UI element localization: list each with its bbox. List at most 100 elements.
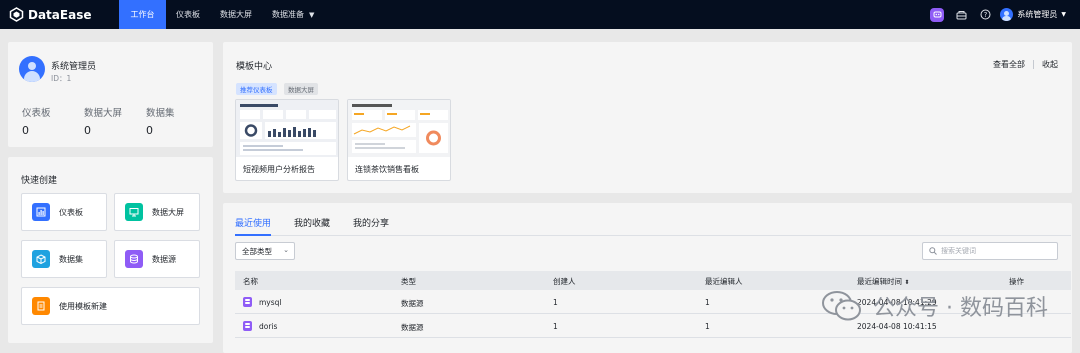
- tab-shared[interactable]: 我的分享: [353, 216, 389, 229]
- template-name: 短视频用户分析报告: [243, 165, 315, 174]
- download-center-icon[interactable]: [954, 8, 968, 22]
- type-filter-value: 全部类型: [242, 246, 272, 256]
- nav-tab-label: 工作台: [130, 10, 155, 19]
- column-header: 操作: [1009, 277, 1024, 286]
- datasource-icon: [125, 250, 143, 268]
- column-header-label: 最近编辑时间: [857, 277, 902, 286]
- button-label: 数据大屏: [152, 207, 184, 217]
- screen-icon: [125, 203, 143, 221]
- user-info-card: 系统管理员 ID：1 仪表板 0 数据大屏 0 数据集 0: [8, 42, 213, 147]
- nav-tab-dashboard[interactable]: 仪表板: [166, 0, 210, 29]
- quick-create-card: 快速创建 仪表板 数据大屏 数据集 数据源 使用模板新建: [8, 157, 213, 343]
- user-menu[interactable]: 系统管理员 ▼: [1000, 8, 1066, 21]
- template-links: 查看全部 收起: [993, 59, 1058, 70]
- app-name: DataEase: [28, 7, 92, 22]
- view-all-link[interactable]: 查看全部: [993, 59, 1025, 70]
- avatar: [19, 56, 45, 82]
- type-filter-select[interactable]: 全部类型 ⌄: [235, 242, 295, 260]
- quick-create-title: 快速创建: [21, 176, 58, 186]
- template-card[interactable]: 连锁茶饮销售看板: [347, 99, 451, 181]
- divider: [1033, 60, 1034, 69]
- stat-label: 仪表板: [22, 108, 51, 119]
- stat-dataset[interactable]: 数据集 0: [146, 105, 175, 137]
- search-field[interactable]: [922, 242, 1058, 260]
- dataease-logo-icon: [9, 7, 24, 22]
- nav-tab-label: 数据准备: [272, 10, 304, 19]
- search-icon: [929, 247, 937, 255]
- user-id: ID：1: [51, 74, 72, 83]
- button-label: 使用模板新建: [59, 301, 107, 311]
- svg-text:?: ?: [984, 11, 988, 19]
- nav-tab-data-prep[interactable]: 数据准备 ▼: [262, 0, 324, 29]
- table-header: 名称 类型 创建人 最近编辑人 最近编辑时间 ⬍ 操作: [235, 271, 1071, 290]
- create-screen-button[interactable]: 数据大屏: [114, 193, 200, 231]
- chevron-down-icon: ⌄: [283, 246, 289, 254]
- cell-editor: 1: [705, 298, 710, 307]
- cell-name[interactable]: doris: [259, 322, 277, 331]
- template-icon: [32, 297, 50, 315]
- create-datasource-button[interactable]: 数据源: [114, 240, 200, 278]
- datasource-icon: [243, 321, 252, 331]
- template-name: 连锁茶饮销售看板: [355, 165, 419, 174]
- column-header-sortable[interactable]: 最近编辑时间 ⬍: [857, 276, 909, 287]
- datasource-icon: [243, 297, 252, 307]
- recent-card: 最近使用 我的收藏 我的分享 全部类型 ⌄ 名称 类型 创建人 最近编辑人 最近…: [223, 203, 1072, 353]
- dashboard-icon: [32, 203, 50, 221]
- cell-creator: 1: [553, 298, 558, 307]
- collapse-link[interactable]: 收起: [1042, 59, 1058, 70]
- template-center-title: 模板中心: [236, 62, 273, 72]
- stat-value: 0: [146, 124, 153, 137]
- create-dataset-button[interactable]: 数据集: [21, 240, 107, 278]
- stat-value: 0: [22, 124, 29, 137]
- user-name: 系统管理员: [51, 62, 97, 72]
- button-label: 数据源: [152, 254, 176, 264]
- cell-type: 数据源: [401, 323, 424, 332]
- button-label: 数据集: [59, 254, 83, 264]
- caret-down-icon: ▼: [309, 10, 315, 19]
- template-thumbnail: [348, 100, 450, 157]
- caret-down-icon: ▼: [1061, 11, 1066, 18]
- tab-recent[interactable]: 最近使用: [235, 216, 271, 229]
- stat-label: 数据大屏: [84, 108, 123, 119]
- search-input[interactable]: [941, 247, 1051, 255]
- cell-editor: 1: [705, 322, 710, 331]
- create-dashboard-button[interactable]: 仪表板: [21, 193, 107, 231]
- active-tab-indicator: [235, 234, 271, 236]
- top-navbar: DataEase 工作台 仪表板 数据大屏 数据准备 ▼ ? 系统管理员 ▼: [0, 0, 1080, 29]
- cell-creator: 1: [553, 322, 558, 331]
- app-logo[interactable]: DataEase: [9, 7, 119, 22]
- stat-dashboard[interactable]: 仪表板 0: [22, 105, 51, 137]
- column-header: 创建人: [553, 277, 576, 286]
- template-thumbnail: [236, 100, 338, 157]
- dataset-icon: [32, 250, 50, 268]
- nav-tab-workbench[interactable]: 工作台: [119, 0, 166, 29]
- button-label: 仪表板: [59, 207, 83, 217]
- stat-value: 0: [84, 124, 91, 137]
- help-icon[interactable]: ?: [978, 8, 992, 22]
- stat-label: 数据集: [146, 108, 175, 119]
- nav-tab-screen[interactable]: 数据大屏: [210, 0, 262, 29]
- watermark-text: 公众号 · 数码百科: [873, 296, 1048, 321]
- template-center-card: 模板中心 查看全部 收起 推荐仪表板 数据大屏 短视频用户分析报告 连锁茶饮销售…: [223, 42, 1072, 193]
- column-header: 类型: [401, 277, 416, 286]
- avatar: [1000, 8, 1014, 21]
- column-header: 名称: [243, 277, 258, 286]
- column-header: 最近编辑人: [705, 277, 743, 286]
- cell-name[interactable]: mysql: [259, 298, 282, 307]
- create-from-template-button[interactable]: 使用模板新建: [21, 287, 200, 325]
- nav-tab-label: 数据大屏: [220, 10, 252, 19]
- divider: [235, 235, 1071, 236]
- wechat-icon: [821, 289, 863, 323]
- user-name: 系统管理员: [1017, 10, 1058, 19]
- chip-recommended-dashboard[interactable]: 推荐仪表板: [236, 83, 277, 95]
- chip-screen[interactable]: 数据大屏: [284, 83, 318, 95]
- cell-time: 2024-04-08 10:41:15: [857, 322, 937, 331]
- cell-type: 数据源: [401, 299, 424, 308]
- ai-assistant-icon[interactable]: [930, 7, 945, 22]
- stat-screen[interactable]: 数据大屏 0: [84, 105, 122, 137]
- watermark: 公众号 · 数码百科: [821, 289, 1048, 323]
- tab-favorites[interactable]: 我的收藏: [294, 216, 330, 229]
- sort-icon: ⬍: [904, 279, 910, 286]
- nav-tab-label: 仪表板: [176, 10, 200, 19]
- template-card[interactable]: 短视频用户分析报告: [235, 99, 339, 181]
